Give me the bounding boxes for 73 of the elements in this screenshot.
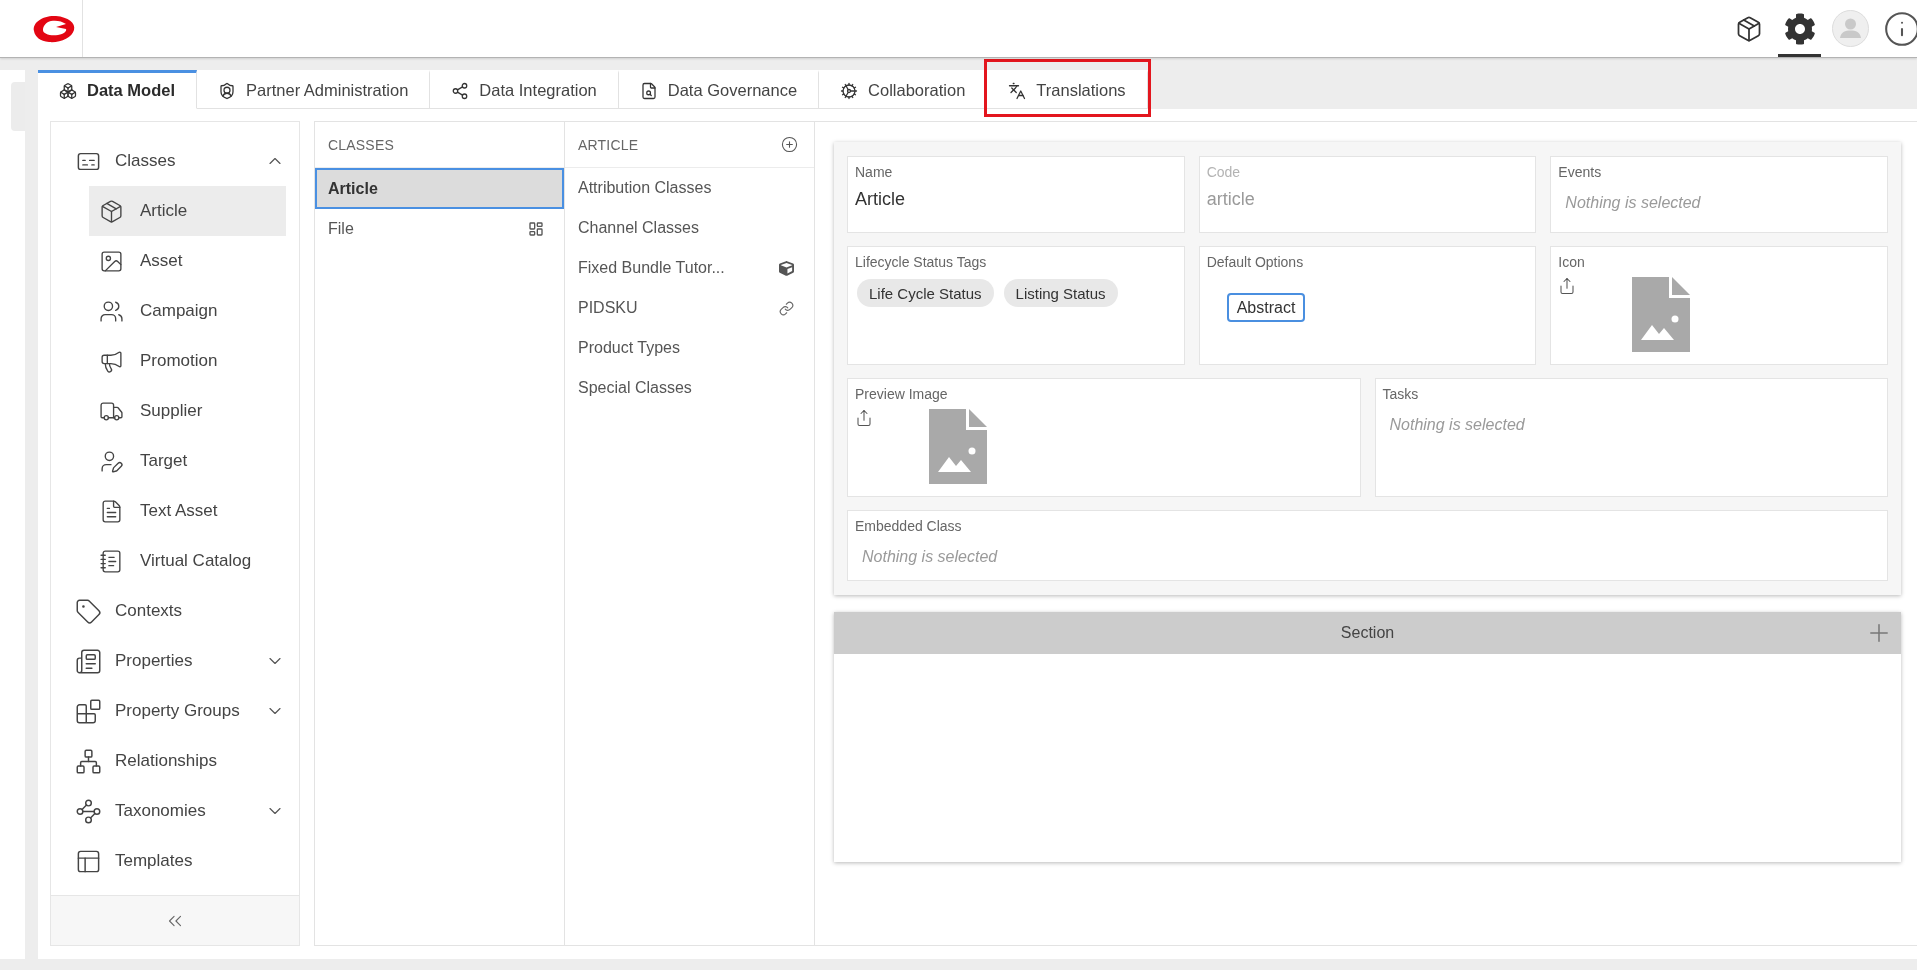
waypoints-icon — [75, 797, 102, 825]
info-icon[interactable] — [1882, 9, 1917, 48]
list-item[interactable]: File — [315, 209, 564, 249]
image-placeholder-icon — [929, 409, 987, 484]
nav-item[interactable]: Properties — [51, 636, 299, 686]
layout-icon — [528, 221, 544, 237]
nav-item[interactable]: Virtual Catalog — [89, 536, 286, 586]
tab[interactable]: Partner Administration — [197, 70, 431, 109]
add-icon[interactable] — [781, 136, 798, 153]
network-icon — [75, 747, 102, 775]
nav-item[interactable]: Classes — [51, 136, 299, 186]
tab[interactable]: Data Governance — [618, 70, 820, 109]
field-label: Tasks — [1382, 385, 1419, 403]
list-item[interactable]: Product Types — [565, 328, 814, 368]
tab[interactable]: Translations — [987, 70, 1148, 109]
tab[interactable]: Data Integration — [430, 70, 619, 109]
nav-item[interactable]: Contexts — [51, 586, 299, 636]
image-placeholder-icon — [1632, 277, 1691, 352]
people-icon — [99, 298, 124, 324]
upload-icon[interactable] — [1558, 277, 1577, 295]
nodes-icon — [451, 81, 470, 100]
column-header: CLASSES — [328, 136, 394, 153]
package-icon — [99, 198, 124, 224]
nav-item[interactable]: Taxonomies — [51, 786, 299, 836]
nav-item[interactable]: Relationships — [51, 736, 299, 786]
blocks-icon — [75, 697, 102, 725]
field-label: Default Options — [1206, 253, 1304, 271]
document-icon — [99, 498, 124, 524]
tab[interactable]: Data Model — [38, 70, 197, 109]
nav-item[interactable]: Article — [89, 186, 286, 236]
user-pen-icon — [99, 448, 124, 474]
link-icon — [779, 300, 794, 316]
field-label: Events — [1558, 163, 1602, 181]
cube-icon — [779, 260, 794, 276]
nav-item[interactable]: Target — [89, 436, 286, 486]
list-item[interactable]: Article — [315, 168, 564, 209]
nav-item[interactable]: Text Asset — [89, 486, 286, 536]
field-label: Icon — [1558, 253, 1585, 271]
list-item[interactable]: Channel Classes — [565, 208, 814, 248]
cog-icon — [840, 81, 859, 100]
upload-icon[interactable] — [855, 409, 873, 427]
cubes-icon — [59, 81, 77, 100]
list-item[interactable]: Special Classes — [565, 368, 814, 408]
column-header: ARTICLE — [578, 136, 639, 153]
option-chip[interactable]: Abstract — [1226, 293, 1306, 322]
nav-item[interactable]: Campaign — [89, 286, 286, 336]
megaphone-icon — [99, 348, 124, 374]
list-item[interactable]: PIDSKU — [565, 288, 814, 328]
tag-chip: Life Cycle Status — [857, 279, 994, 307]
nav-item[interactable]: Promotion — [89, 336, 286, 386]
section-title: Section — [1340, 624, 1395, 642]
nav-item[interactable]: Asset — [89, 236, 286, 286]
field-label: Code — [1206, 163, 1241, 181]
field-label: Lifecycle Status Tags — [855, 253, 987, 271]
settings-icon[interactable] — [1783, 12, 1816, 45]
list-item[interactable]: Attribution Classes — [565, 168, 814, 208]
field-label: Preview Image — [855, 385, 948, 403]
file-search-icon — [639, 81, 658, 100]
field-label: Embedded Class — [855, 517, 962, 535]
nav-item[interactable]: Supplier — [89, 386, 286, 436]
field-label: Name — [855, 163, 893, 181]
newspaper-icon — [75, 647, 102, 675]
notebook-icon — [99, 548, 124, 574]
logo — [32, 13, 76, 44]
shield-user-icon — [218, 81, 236, 100]
list-item[interactable]: Fixed Bundle Tutor... — [565, 248, 814, 288]
nav-item[interactable]: Property Groups — [51, 686, 299, 736]
nav-item[interactable]: Templates — [51, 836, 299, 886]
image-icon — [99, 248, 124, 274]
translate-icon — [1008, 81, 1027, 100]
tag-chip: Listing Status — [1003, 279, 1118, 307]
tag-icon — [75, 597, 102, 625]
field-value[interactable]: Article — [855, 188, 905, 210]
